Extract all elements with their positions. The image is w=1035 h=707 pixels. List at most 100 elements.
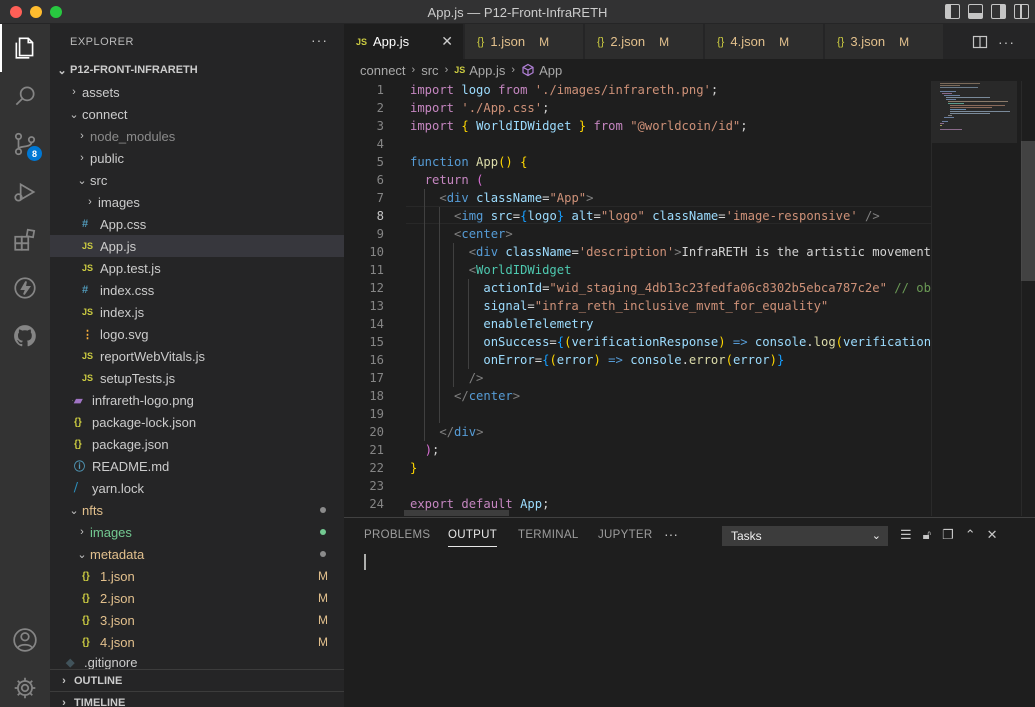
- toggle-secondary-sidebar-icon[interactable]: [991, 4, 1006, 19]
- code-line: 19: [344, 405, 934, 423]
- tree-file-2-json[interactable]: {} 2.json M: [50, 587, 344, 609]
- tree-label: App.js: [100, 238, 137, 254]
- chevron-right-icon: ›: [80, 526, 84, 538]
- tree-file-readme[interactable]: ⓘ README.md: [50, 455, 344, 477]
- tree-folder-src[interactable]: ⌄ src: [50, 169, 344, 191]
- tree-file-3-json[interactable]: {} 3.json M: [50, 609, 344, 631]
- tree-file-index-css[interactable]: # index.css: [50, 279, 344, 301]
- breadcrumb-item[interactable]: App: [539, 63, 562, 78]
- clear-output-icon[interactable]: ☰: [900, 527, 912, 543]
- chevron-down-icon: ⌄: [69, 504, 79, 517]
- editor-vertical-scrollbar[interactable]: [1021, 81, 1035, 516]
- explorer-more-actions[interactable]: ···: [311, 32, 328, 48]
- tree-file-reportwebvitals[interactable]: JS reportWebVitals.js: [50, 345, 344, 367]
- line-number: 1: [376, 83, 384, 97]
- code-editor[interactable]: 1 import logo from './images/infrareth.pn…: [344, 81, 1035, 516]
- account-icon[interactable]: [0, 616, 50, 664]
- more-actions-icon[interactable]: ···: [998, 34, 1015, 50]
- outline-section[interactable]: › OUTLINE: [50, 669, 344, 691]
- workspace-root-label: P12-FRONT-INFRARETH: [70, 64, 198, 76]
- workspace-root[interactable]: ⌄ P12-FRONT-INFRARETH: [50, 59, 344, 81]
- tab-2-json[interactable]: {} 2.json M: [585, 24, 704, 59]
- line-number: 5: [376, 155, 384, 169]
- tree-folder-public[interactable]: › public: [50, 147, 344, 169]
- tab-3-json[interactable]: {} 3.json M: [825, 24, 944, 59]
- extensions-icon[interactable]: [0, 216, 50, 264]
- breadcrumb-item[interactable]: App.js: [469, 63, 505, 78]
- code-line: 23: [344, 477, 934, 495]
- tree-file-setuptests[interactable]: JS setupTests.js: [50, 367, 344, 389]
- chevron-right-icon: ›: [72, 86, 76, 98]
- tree-file-app-js[interactable]: JS App.js: [50, 235, 344, 257]
- tree-file-infrareth-logo[interactable]: ▰ infrareth-logo.png: [50, 389, 344, 411]
- explorer-header: EXPLORER ···: [50, 24, 344, 59]
- tree-label: images: [90, 524, 132, 540]
- panel-tab-output[interactable]: OUTPUT: [448, 529, 498, 547]
- search-icon[interactable]: [0, 72, 50, 120]
- tree-file-yarn-lock[interactable]: ⧸ yarn.lock: [50, 477, 344, 499]
- scrollbar-thumb[interactable]: [1021, 141, 1035, 281]
- panel-tab-jupyter[interactable]: JUPYTER: [598, 529, 653, 541]
- tree-file-logo-svg[interactable]: ⋮ logo.svg: [50, 323, 344, 345]
- tree-file-index-js[interactable]: JS index.js: [50, 301, 344, 323]
- tree-file-package-json[interactable]: {} package.json: [50, 433, 344, 455]
- tree-label: App.css: [100, 216, 147, 232]
- customize-layout-icon[interactable]: [1014, 4, 1029, 19]
- tree-file-app-css[interactable]: # App.css: [50, 213, 344, 235]
- maximize-panel-icon[interactable]: ⌃: [965, 527, 976, 543]
- breadcrumb-item[interactable]: connect: [360, 63, 406, 78]
- untracked-dot-icon: [320, 529, 326, 535]
- toggle-sidebar-icon[interactable]: [945, 4, 960, 19]
- lock-scroll-icon[interactable]: 🔓︎: [923, 527, 931, 543]
- open-in-editor-icon[interactable]: ❐: [942, 527, 954, 543]
- tree-folder-assets[interactable]: › assets: [50, 81, 344, 103]
- tree-folder-metadata[interactable]: ⌄ metadata: [50, 543, 344, 565]
- json-file-icon: {}: [717, 35, 725, 48]
- tree-label: 3.json: [100, 612, 135, 628]
- thunder-client-icon[interactable]: [0, 264, 50, 312]
- explorer-icon[interactable]: [0, 24, 50, 72]
- js-file-icon: JS: [82, 307, 94, 317]
- tab-app-js[interactable]: JS App.js ✕: [344, 24, 464, 59]
- close-panel-icon[interactable]: ✕: [987, 527, 998, 543]
- chevron-right-icon: ›: [411, 64, 416, 76]
- line-number: 8: [376, 209, 384, 223]
- split-editor-icon[interactable]: [972, 34, 988, 50]
- tree-file-1-json[interactable]: {} 1.json M: [50, 565, 344, 587]
- source-control-icon[interactable]: 8: [0, 120, 50, 168]
- chevron-down-icon: ⌄: [77, 174, 87, 187]
- panel-tab-terminal[interactable]: TERMINAL: [518, 529, 579, 541]
- tree-folder-nfts-images[interactable]: › images: [50, 521, 344, 543]
- tree-label: App.test.js: [100, 260, 161, 276]
- editor-horizontal-scrollbar[interactable]: [404, 510, 509, 516]
- close-tab-icon[interactable]: ✕: [441, 33, 453, 50]
- tree-folder-images[interactable]: › images: [50, 191, 344, 213]
- timeline-label: TIMELINE: [74, 696, 126, 707]
- settings-gear-icon[interactable]: [0, 664, 50, 707]
- timeline-section[interactable]: › TIMELINE: [50, 691, 344, 707]
- toggle-panel-icon[interactable]: [968, 4, 983, 19]
- tree-label: images: [98, 194, 140, 210]
- tree-folder-node-modules[interactable]: › node_modules: [50, 125, 344, 147]
- minimap[interactable]: [931, 81, 1017, 516]
- tab-1-json[interactable]: {} 1.json M: [465, 24, 584, 59]
- line-number: 6: [376, 173, 384, 187]
- tree-file-4-json[interactable]: {} 4.json M: [50, 631, 344, 653]
- activity-bar: 8: [0, 24, 50, 707]
- svg-file-icon: ⋮: [82, 328, 93, 341]
- explorer-title: EXPLORER: [70, 35, 134, 48]
- output-channel-select[interactable]: Tasks ⌄: [722, 526, 888, 546]
- chevron-right-icon: ›: [62, 696, 66, 707]
- breadcrumb-item[interactable]: src: [421, 63, 438, 78]
- line-number: 4: [376, 137, 384, 151]
- panel-tab-problems[interactable]: PROBLEMS: [364, 529, 430, 541]
- image-file-icon: ▰: [74, 394, 83, 407]
- tree-folder-connect[interactable]: ⌄ connect: [50, 103, 344, 125]
- run-debug-icon[interactable]: [0, 168, 50, 216]
- panel-more-icon[interactable]: ···: [664, 526, 678, 542]
- tab-4-json[interactable]: {} 4.json M: [705, 24, 824, 59]
- tree-file-app-test-js[interactable]: JS App.test.js: [50, 257, 344, 279]
- tree-file-package-lock[interactable]: {} package-lock.json: [50, 411, 344, 433]
- tree-folder-nfts[interactable]: ⌄ nfts: [50, 499, 344, 521]
- github-icon[interactable]: [0, 312, 50, 360]
